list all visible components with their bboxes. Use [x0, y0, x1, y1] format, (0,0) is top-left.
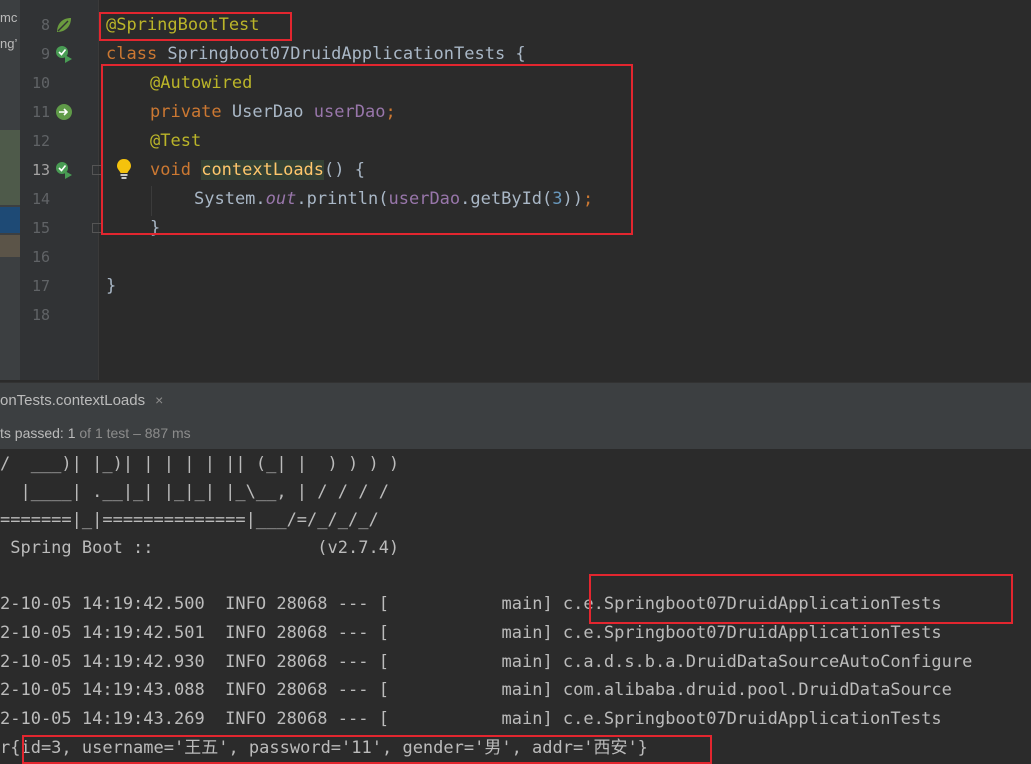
- status-summary: of 1 test – 887 ms: [75, 425, 191, 441]
- code-line-17[interactable]: }: [106, 272, 116, 301]
- highlight-box-test-method: [101, 64, 633, 235]
- project-tree-fragment[interactable]: mc: [0, 10, 17, 25]
- status-prefix: ts passed:: [0, 425, 68, 441]
- banner-line: =======|_|==============|___/=/_/_/_/: [0, 510, 379, 530]
- line-number: 16: [31, 248, 50, 266]
- autowired-bean-icon[interactable]: [54, 102, 74, 122]
- line-number: 18: [31, 306, 50, 324]
- close-icon[interactable]: ×: [155, 392, 163, 408]
- project-tree-selection: [0, 130, 20, 205]
- banner-version-line: Spring Boot :: (v2.7.4): [0, 538, 400, 558]
- log-line: 2-10-05 14:19:42.930 INFO 28068 --- [ ma…: [0, 652, 973, 672]
- line-number: 9: [40, 45, 50, 63]
- run-tool-window-tabs: onTests.contextLoads ×: [0, 382, 1031, 418]
- test-status-text: ts passed: 1 of 1 test – 887 ms: [0, 417, 191, 449]
- code-editor[interactable]: mc ng’ 8 9 10 11 12 13 14 15 16 17 18 @S…: [0, 0, 1031, 380]
- line-number: 14: [31, 190, 50, 208]
- highlight-box-annotation: [99, 12, 292, 41]
- highlight-box-logger-name: [589, 574, 1013, 624]
- run-test-method-icon[interactable]: [54, 160, 74, 180]
- test-status-bar: ts passed: 1 of 1 test – 887 ms: [0, 417, 1031, 450]
- project-panel-edge[interactable]: mc ng’: [0, 0, 20, 380]
- line-number: 17: [31, 277, 50, 295]
- banner-line: / ___)| |_)| | | | | || (_| | ) ) ) ): [0, 454, 400, 474]
- line-number: 12: [31, 132, 50, 150]
- class-declaration: Springboot07DruidApplicationTests {: [157, 44, 526, 64]
- log-line: 2-10-05 14:19:43.269 INFO 28068 --- [ ma…: [0, 709, 942, 729]
- console-output[interactable]: / ___)| |_)| | | | | || (_| | ) ) ) ) |_…: [0, 450, 1031, 764]
- keyword-class: class: [106, 44, 158, 64]
- line-number: 8: [40, 16, 50, 34]
- run-tab-label: onTests.contextLoads: [0, 392, 146, 409]
- project-tree-selected-row: [0, 207, 20, 233]
- class-close-brace: }: [106, 276, 117, 296]
- line-number: 10: [31, 74, 50, 92]
- project-tree-row: [0, 235, 20, 257]
- project-tree-fragment[interactable]: ng’: [0, 36, 17, 51]
- line-number-gutter: 8 9 10 11 12 13 14 15 16 17 18: [20, 0, 102, 380]
- line-number: 15: [31, 219, 50, 237]
- run-test-class-icon[interactable]: [54, 44, 74, 64]
- line-number: 11: [31, 103, 50, 121]
- log-line: 2-10-05 14:19:43.088 INFO 28068 --- [ ma…: [0, 680, 952, 700]
- run-tab-contextloads[interactable]: onTests.contextLoads ×: [0, 383, 163, 417]
- status-passed-count: 1: [67, 425, 76, 441]
- highlight-box-query-result: [22, 735, 712, 764]
- line-number-current: 13: [31, 161, 50, 179]
- spring-leaf-icon[interactable]: [54, 15, 74, 35]
- banner-line: |____| .__|_| |_|_| |_\__, | / / / /: [0, 482, 389, 502]
